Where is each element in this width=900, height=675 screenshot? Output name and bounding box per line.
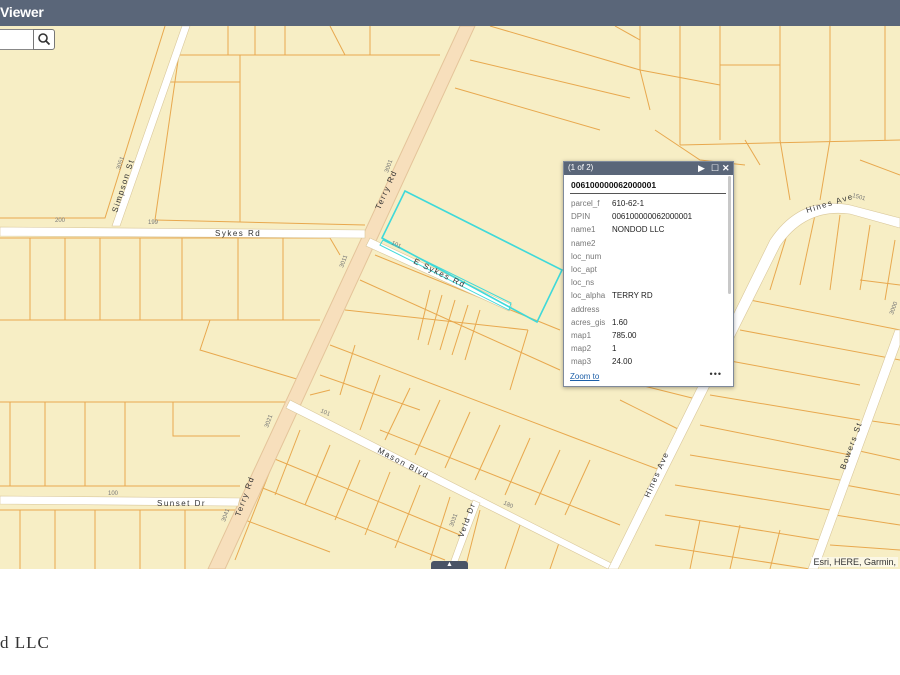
search-widget (0, 29, 55, 50)
attribute-value: 610-62-1 (612, 199, 645, 208)
map-view[interactable]: Sykes Rd E Sykes Rd Terry Rd Terry Rd Si… (0, 26, 900, 569)
close-icon[interactable]: ✕ (722, 162, 730, 175)
search-button[interactable] (33, 29, 55, 50)
attribute-key: loc_alpha (571, 291, 606, 301)
address-number: 3021 (264, 413, 274, 428)
address-number: 200 (55, 218, 66, 224)
attribute-row: map4 101000 (571, 368, 727, 371)
map-canvas[interactable]: Sykes Rd E Sykes Rd Terry Rd Terry Rd Si… (0, 26, 900, 569)
attribute-key: DPIN (571, 212, 591, 222)
attribute-key: map2 (571, 344, 592, 354)
popup-scrollbar[interactable] (728, 176, 731, 294)
app-header: Viewer (0, 0, 900, 26)
attribute-key: parcel_f (571, 199, 600, 208)
attribute-value: 101000 (612, 368, 639, 371)
more-options-icon[interactable]: ••• (710, 369, 722, 379)
attribute-row: map1 785.00 (571, 329, 727, 342)
attribute-key: loc_ns (571, 278, 595, 288)
attribute-key: map4 (571, 368, 591, 371)
attribute-key: map3 (571, 357, 592, 367)
search-icon (38, 33, 51, 46)
attribute-value: 006100000062000001 (612, 212, 693, 222)
attribute-value: 1.60 (612, 317, 628, 327)
address-number: 1501 (851, 193, 866, 202)
attribute-value: 785.00 (612, 330, 637, 340)
panel-toggle-handle[interactable]: ▲ (431, 561, 468, 569)
attribute-row: parcel_f 610-62-1 (571, 197, 727, 210)
attribute-row: map2 1 (571, 342, 727, 355)
street-label-mason: Mason Blvd (376, 446, 430, 481)
attribute-key: loc_apt (571, 264, 597, 274)
attribute-row: loc_num (571, 250, 727, 263)
attribute-row: loc_ns (571, 276, 727, 289)
attribute-row: name2 (571, 237, 727, 250)
address-number: 3031 (449, 512, 459, 527)
popup-divider (570, 193, 726, 194)
next-feature-icon[interactable]: ▶ (698, 162, 705, 175)
popup-title: 006100000062000001 (571, 180, 657, 190)
attribute-value: NONDOD LLC (612, 225, 665, 235)
attribute-value: 24.00 (612, 357, 633, 367)
attribute-key: map1 (571, 330, 592, 340)
attribute-key: loc_num (571, 251, 602, 261)
map-attribution: Esri, HERE, Garmin, (811, 557, 898, 567)
attribute-row: map3 24.00 (571, 355, 727, 368)
attribute-key: acres_gis (571, 317, 606, 327)
popup-titlebar: (1 of 2) ▶ ☐ ✕ (564, 162, 733, 175)
address-number: 199 (148, 220, 159, 226)
address-number: 3000 (889, 300, 899, 315)
attribute-key: name2 (571, 238, 596, 248)
attribute-value: TERRY RD (612, 291, 653, 301)
attribute-key: name1 (571, 225, 596, 235)
attribute-row: DPIN 006100000062000001 (571, 210, 727, 223)
street-label-sunset: Sunset Dr (157, 499, 206, 508)
attribute-table: parcel_f 610-62-1 DPIN 006100000062000001 … (571, 197, 727, 371)
popup-pager: (1 of 2) (568, 163, 594, 172)
attribute-value: 1 (612, 344, 617, 354)
app-title: Viewer (0, 4, 44, 20)
attribute-key: address (571, 304, 600, 314)
feature-popup: (1 of 2) ▶ ☐ ✕ 006100000062000001 parcel… (563, 161, 734, 387)
attribute-row: loc_alpha TERRY RD (571, 289, 727, 302)
attribute-row: address (571, 303, 727, 316)
attribute-row: acres_gis 1.60 (571, 316, 727, 329)
roads (0, 26, 900, 569)
attribute-row: name1 NONDOD LLC (571, 223, 727, 236)
maximize-icon[interactable]: ☐ (711, 162, 719, 175)
owner-caption: d LLC (0, 633, 50, 652)
attribute-row: loc_apt (571, 263, 727, 276)
street-labels: Sykes Rd E Sykes Rd Terry Rd Terry Rd Si… (110, 158, 864, 539)
zoom-to-link[interactable]: Zoom to (570, 372, 599, 381)
address-numbers: 200 199 101 101 100 180 3021 3011 3001 3… (55, 155, 900, 527)
search-input[interactable] (0, 29, 34, 50)
address-number: 100 (108, 491, 119, 497)
chevron-up-icon: ▲ (446, 561, 453, 568)
street-label-sykes: Sykes Rd (215, 229, 261, 238)
